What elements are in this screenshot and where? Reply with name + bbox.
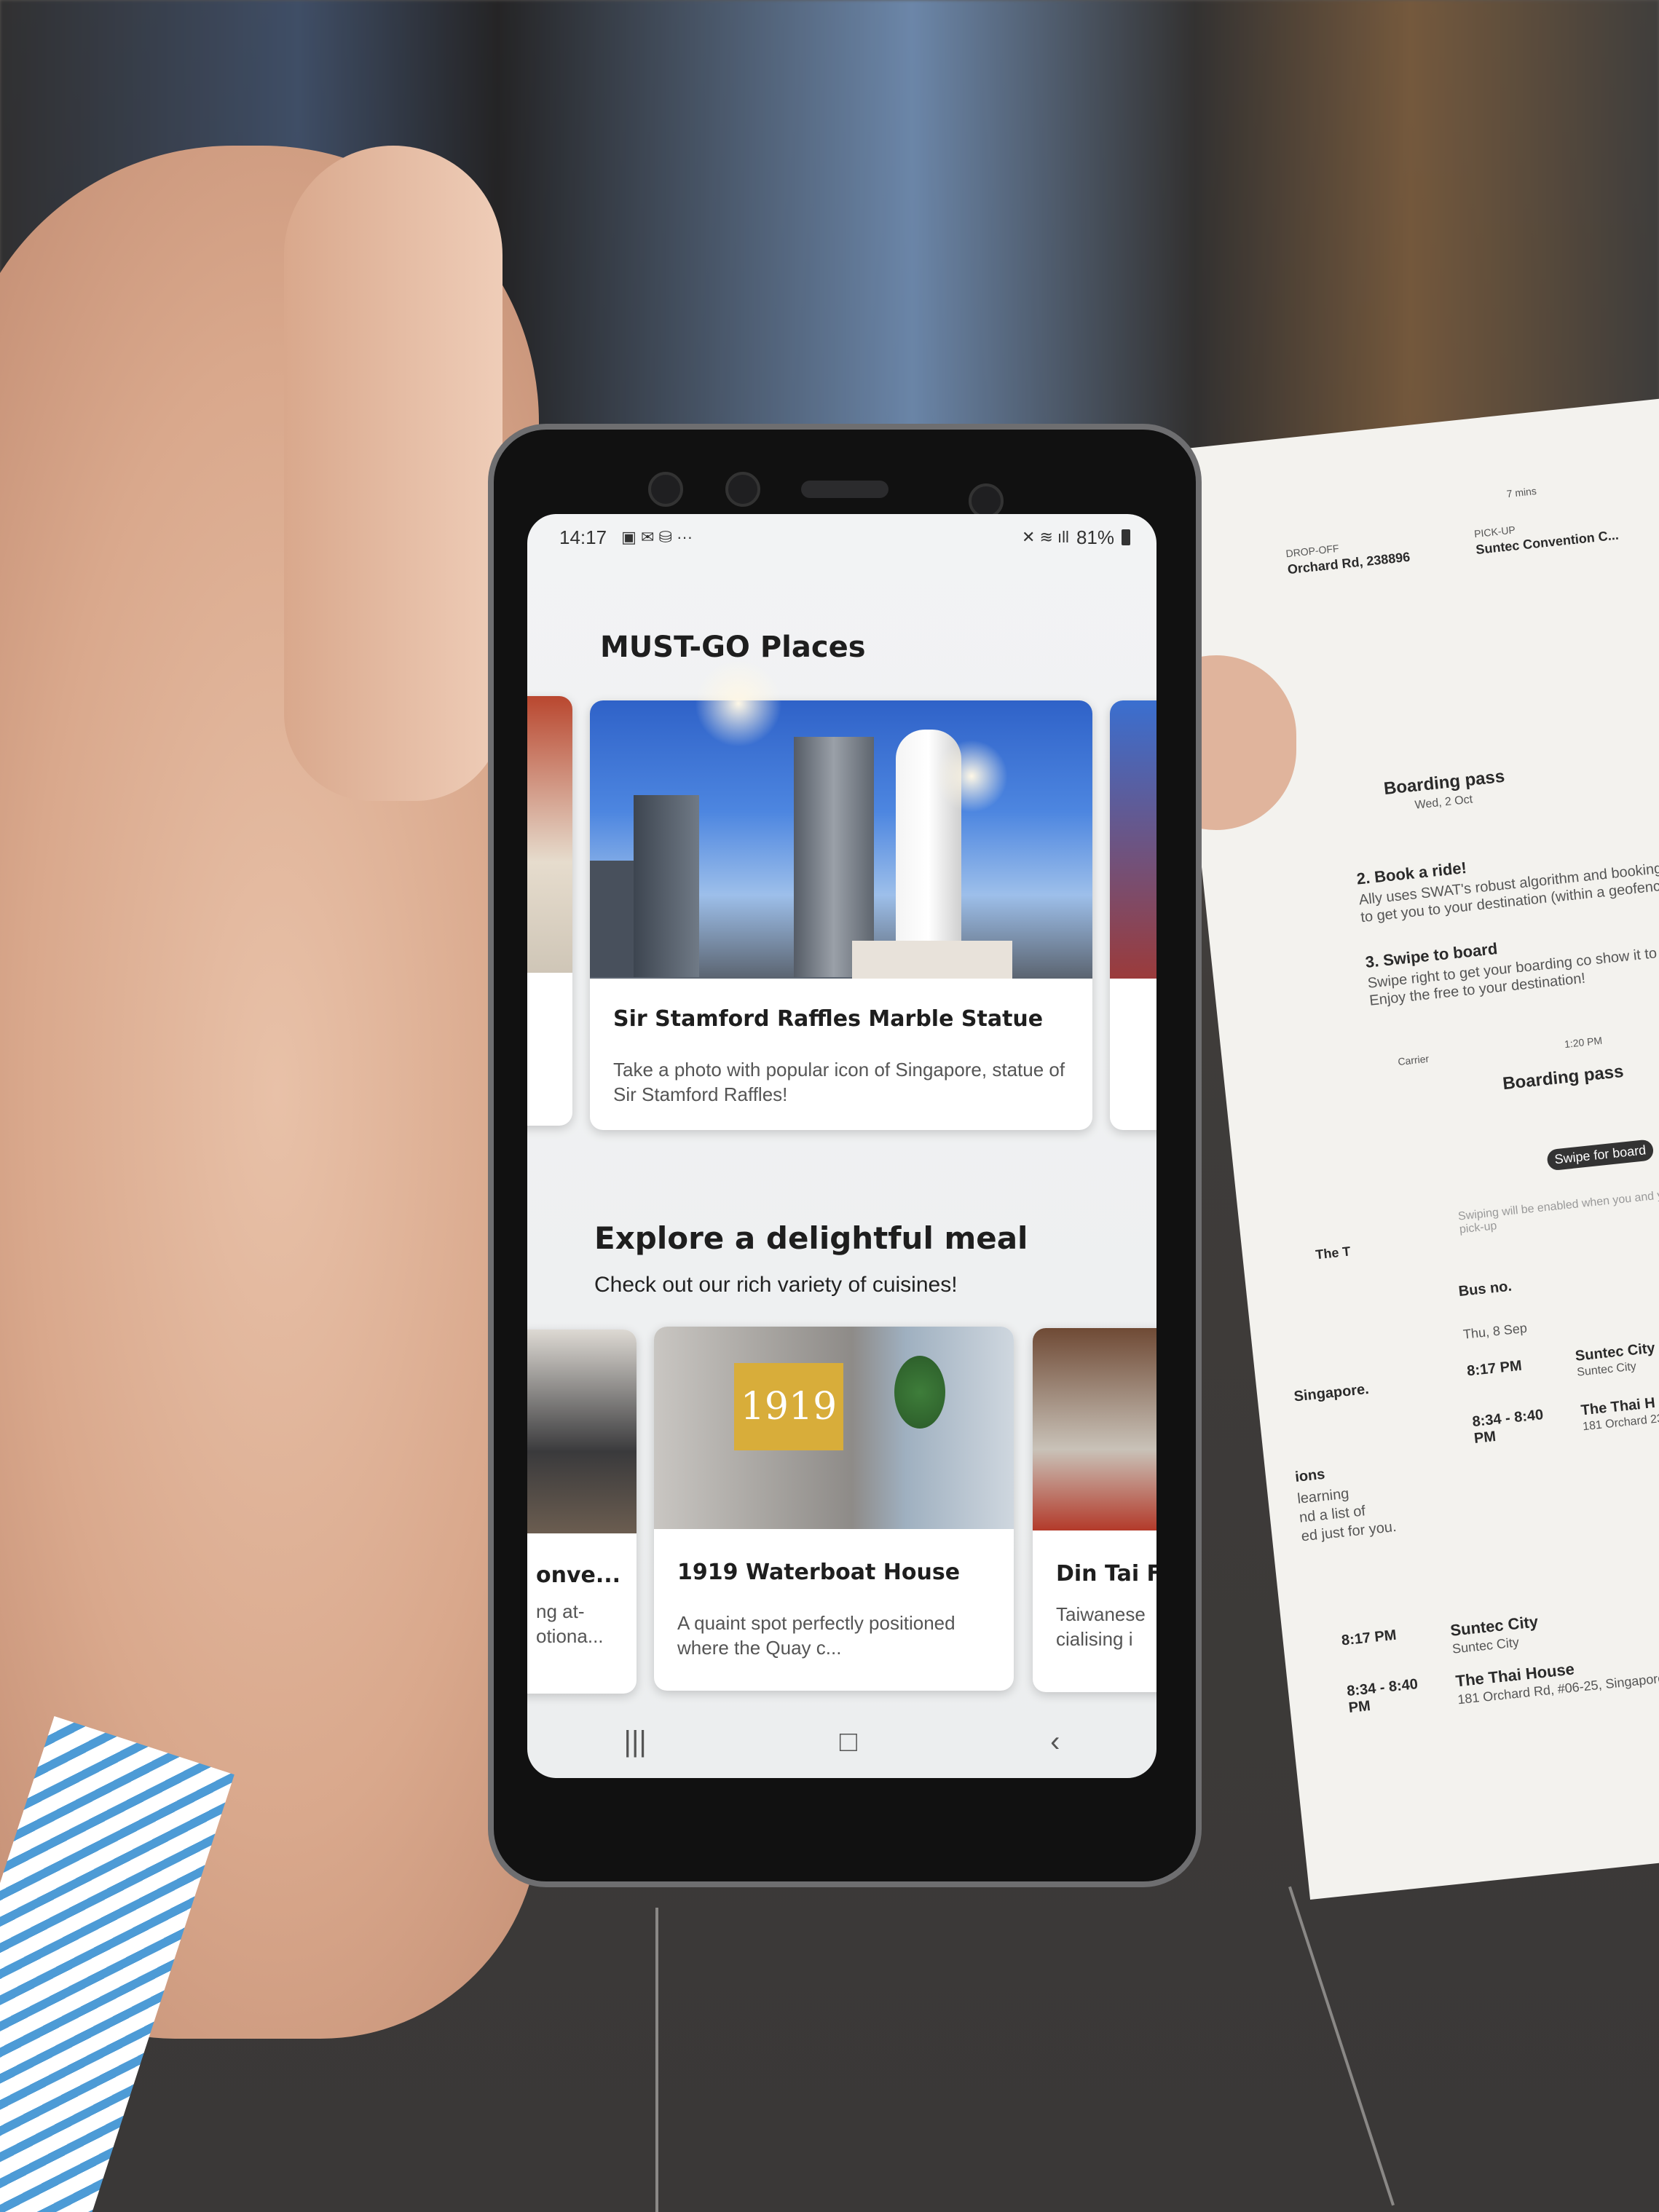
restaurant-title: onve... <box>536 1563 621 1588</box>
pickup-label: PICK-UP <box>1473 524 1516 540</box>
home-button[interactable]: □ <box>840 1726 857 1758</box>
mock-row-time: 8:34 - 8:40 PM <box>1471 1407 1545 1447</box>
mock-bus-date: Thu, 8 Sep <box>1462 1320 1528 1342</box>
clock: 14:17 <box>559 526 607 548</box>
restaurant-image: 1919 <box>654 1327 1014 1529</box>
eta-badge: 7 mins <box>1505 485 1537 500</box>
mock-swipe-slider: Swipe for board <box>1546 1139 1655 1172</box>
back-button[interactable]: ‹ <box>1050 1726 1060 1758</box>
restaurant-image <box>1033 1328 1156 1530</box>
statue-pedestal <box>852 941 1012 979</box>
phone-sensor <box>969 483 1004 518</box>
place-description: Take a photo with popular icon of Singap… <box>613 1059 1065 1105</box>
meal-title: Explore a delightful meal <box>594 1220 1028 1256</box>
restaurant-title: Din Tai F <box>1056 1561 1156 1587</box>
place-image <box>527 696 572 973</box>
mock-swipe-note: Swiping will be enabled when you and you… <box>1457 1182 1659 1236</box>
text-fragment: The T <box>1315 1244 1352 1263</box>
row-time: 8:17 PM <box>1340 1627 1398 1649</box>
restaurant-card-partial[interactable]: Din Tai F Taiwanese cialising i <box>1033 1328 1156 1692</box>
light-glare <box>935 740 1008 813</box>
mock-boarding-pass-title: Boarding pass <box>1501 1061 1625 1094</box>
thumb <box>284 146 503 801</box>
light-glare <box>695 660 782 747</box>
floor-tile-line <box>1288 1886 1395 2206</box>
restaurant-image <box>527 1330 637 1533</box>
restaurant-sign: 1919 <box>734 1363 843 1450</box>
battery-icon <box>1122 529 1130 545</box>
must-go-title: MUST-GO Places <box>600 631 866 664</box>
android-nav-bar: ||| □ ‹ <box>527 1705 1156 1778</box>
place-image <box>1110 700 1156 979</box>
restaurant-card[interactable]: 1919 1919 Waterboat House A quaint spot … <box>654 1327 1014 1691</box>
meal-subtitle: Check out our rich variety of cuisines! <box>594 1273 958 1297</box>
place-title: Sir Stamford Raffles Marble Statue <box>613 1006 1044 1032</box>
battery-level: 81% <box>1076 526 1114 548</box>
place-card-partial[interactable] <box>527 696 572 1126</box>
mock-row-place: Suntec City <box>1574 1340 1656 1364</box>
boarding-pass-date: Wed, 2 Oct <box>1414 793 1473 812</box>
phone-speaker <box>801 481 888 498</box>
boarding-pass-title: Boarding pass <box>1382 766 1506 799</box>
signal-wifi-icon: ✕ ≋ ıll <box>1021 528 1069 546</box>
place-card-partial[interactable] <box>1110 700 1156 1130</box>
notification-icons: ▣ ✉ ⛁ ··· <box>621 528 693 546</box>
text-fragment: Singapore. <box>1293 1380 1370 1405</box>
restaurant-title: 1919 Waterboat House <box>677 1560 961 1585</box>
skyscraper <box>634 795 699 977</box>
tree <box>894 1356 945 1429</box>
restaurant-description: A quaint spot perfectly positioned where… <box>677 1612 955 1659</box>
mock-row-time: 8:17 PM <box>1466 1357 1523 1380</box>
row-time: 8:34 - 8:40 PM <box>1346 1676 1419 1717</box>
floor-tile-line <box>655 1908 658 2212</box>
phone-screen: 14:17 ▣ ✉ ⛁ ··· ✕ ≋ ıll 81% MUST-GO Plac… <box>527 514 1156 1778</box>
text-fragment: learning <box>1296 1485 1350 1507</box>
row-place: Suntec City <box>1449 1612 1540 1640</box>
text-fragment: ions <box>1294 1466 1326 1485</box>
restaurant-description: Taiwanese cialising i <box>1056 1603 1146 1650</box>
skyscraper <box>590 861 634 977</box>
photo-scene: DROP-OFF Orchard Rd, 238896 PICK-UP Sunt… <box>0 0 1659 2212</box>
place-image <box>590 700 1092 979</box>
status-bar: 14:17 ▣ ✉ ⛁ ··· ✕ ≋ ıll 81% <box>527 514 1156 561</box>
mock-time: 1:20 PM <box>1564 1034 1603 1051</box>
recents-button[interactable]: ||| <box>624 1726 647 1758</box>
restaurant-description: ng at- otiona... <box>536 1600 604 1647</box>
front-camera <box>725 472 760 507</box>
mock-carrier: Carrier <box>1397 1052 1430 1068</box>
mock-bus-number: Bus no. <box>1457 1278 1513 1300</box>
phone-sensor <box>648 472 683 507</box>
restaurant-card-partial[interactable]: onve... ng at- otiona... <box>527 1330 637 1694</box>
printed-brochure: DROP-OFF Orchard Rd, 238896 PICK-UP Sunt… <box>1158 396 1659 1900</box>
place-card[interactable]: Sir Stamford Raffles Marble Statue Take … <box>590 700 1092 1130</box>
